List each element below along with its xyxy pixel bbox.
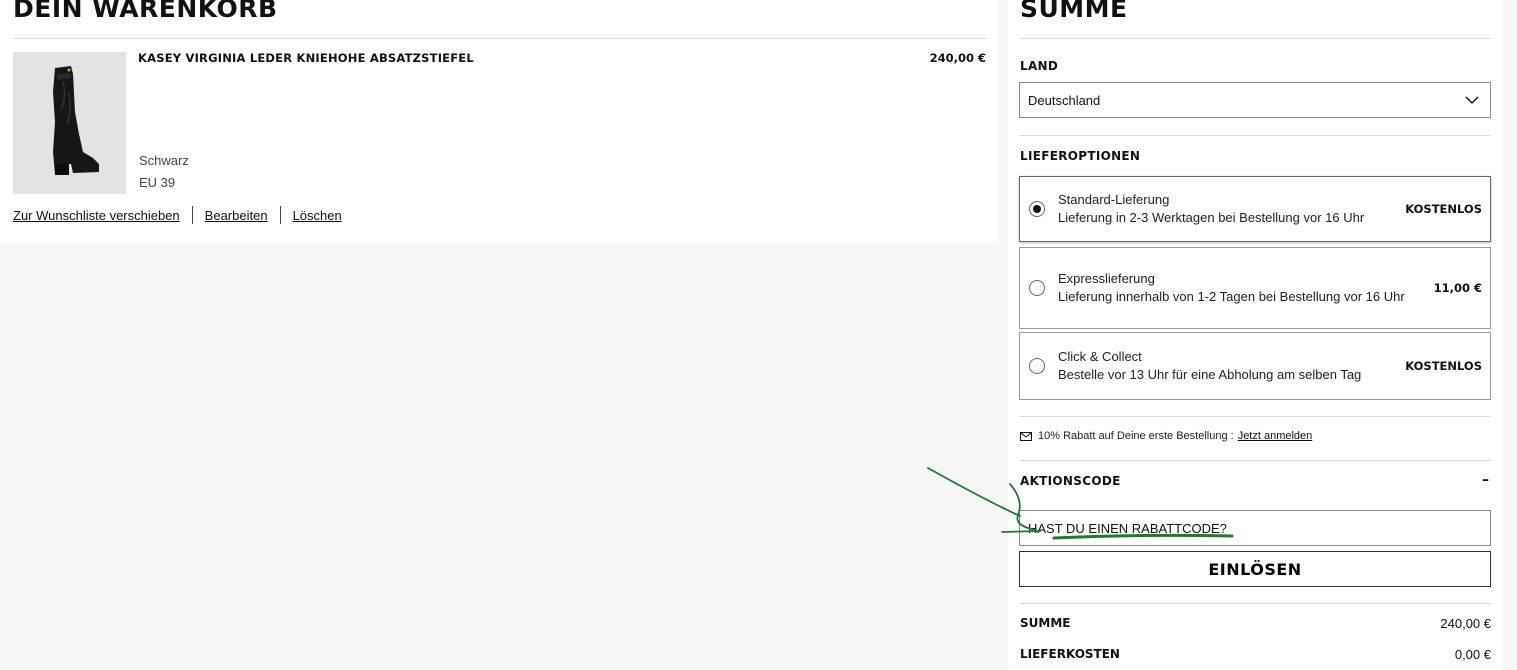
country-label: LAND: [1020, 59, 1059, 73]
boot-product-image[interactable]: [13, 52, 126, 194]
total-value: 240,00 €: [1440, 616, 1491, 631]
option-text: Expresslieferung Lieferung innerhalb von…: [1058, 270, 1420, 306]
option-description: Lieferung innerhalb von 1-2 Tagen bei Be…: [1058, 289, 1405, 304]
promo-code-input[interactable]: [1019, 510, 1491, 546]
country-value: Deutschland: [1028, 92, 1101, 108]
radio-selected[interactable]: [1029, 201, 1045, 217]
divider: [1019, 38, 1491, 39]
edit-link[interactable]: Bearbeiten: [205, 208, 268, 223]
option-price: KOSTENLOS: [1405, 359, 1482, 373]
summary-title: SUMME: [1020, 0, 1128, 23]
divider: [1019, 416, 1491, 417]
option-price: KOSTENLOS: [1405, 202, 1482, 216]
option-text: Standard-Lieferung Lieferung in 2-3 Werk…: [1058, 191, 1391, 227]
collapse-toggle[interactable]: –: [1482, 472, 1489, 488]
total-label: SUMME: [1020, 616, 1071, 630]
order-summary-panel: SUMME LAND Deutschland LIEFEROPTIONEN St…: [1008, 0, 1503, 670]
option-name: Click & Collect: [1058, 349, 1142, 364]
total-label: LIEFERKOSTEN: [1020, 647, 1120, 661]
mail-icon: [1020, 431, 1032, 441]
chevron-down-icon: [1465, 96, 1479, 104]
newsletter-promo: 10% Rabatt auf Deine erste Bestellung : …: [1020, 430, 1312, 442]
option-text: Click & Collect Bestelle vor 13 Uhr für …: [1058, 348, 1391, 384]
radio-unselected[interactable]: [1029, 280, 1045, 296]
option-name: Expresslieferung: [1058, 271, 1155, 286]
product-size: EU 39: [139, 175, 176, 190]
total-row-subtotal: SUMME 240,00 €: [1020, 616, 1491, 631]
country-select[interactable]: Deutschland: [1019, 82, 1491, 118]
cart-item-actions: Zur Wunschliste verschieben Bearbeiten L…: [13, 206, 342, 224]
option-name: Standard-Lieferung: [1058, 192, 1170, 207]
divider: [13, 38, 987, 39]
divider: [1019, 603, 1491, 604]
option-description: Lieferung in 2-3 Werktagen bei Bestellun…: [1058, 210, 1365, 225]
delivery-option-standard[interactable]: Standard-Lieferung Lieferung in 2-3 Werk…: [1019, 176, 1491, 242]
sign-up-link[interactable]: Jetzt anmelden: [1238, 430, 1313, 442]
option-description: Bestelle vor 13 Uhr für eine Abholung am…: [1058, 367, 1362, 382]
delete-link[interactable]: Löschen: [293, 208, 342, 223]
divider: [191, 206, 193, 224]
promo-text: 10% Rabatt auf Deine erste Bestellung :: [1038, 430, 1234, 442]
total-value: 0,00 €: [1454, 647, 1491, 662]
divider: [1019, 460, 1491, 461]
promo-code-label: AKTIONSCODE: [1020, 474, 1121, 488]
delivery-options-label: LIEFEROPTIONEN: [1020, 149, 1141, 163]
redeem-button[interactable]: EINLÖSEN: [1019, 551, 1491, 587]
delivery-option-click-collect[interactable]: Click & Collect Bestelle vor 13 Uhr für …: [1019, 332, 1491, 400]
move-to-wishlist-link[interactable]: Zur Wunschliste verschieben: [13, 208, 180, 223]
product-price: 240,00 €: [929, 51, 986, 65]
cart-panel: DEIN WARENKORB KASEY VIRGINIA LEDER KNIE…: [0, 0, 998, 243]
divider: [1019, 135, 1491, 136]
boot-icon: [13, 52, 126, 194]
total-row-shipping: LIEFERKOSTEN 0,00 €: [1020, 647, 1491, 662]
option-price: 11,00 €: [1433, 281, 1482, 295]
radio-unselected[interactable]: [1029, 358, 1045, 374]
divider: [279, 206, 281, 224]
cart-title: DEIN WARENKORB: [13, 0, 278, 23]
product-name[interactable]: KASEY VIRGINIA LEDER KNIEHOHE ABSATZSTIE…: [138, 51, 474, 65]
delivery-option-express[interactable]: Expresslieferung Lieferung innerhalb von…: [1019, 247, 1491, 329]
product-color: Schwarz: [139, 153, 189, 168]
